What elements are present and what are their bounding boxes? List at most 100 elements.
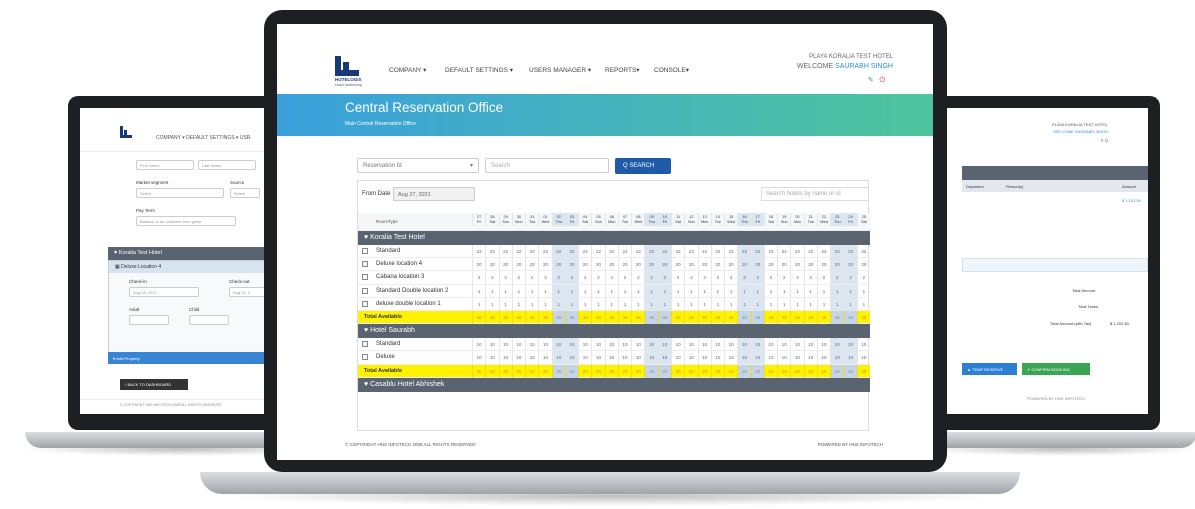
availability-cell[interactable]: 1 bbox=[750, 297, 764, 311]
availability-cell[interactable]: 2 bbox=[737, 271, 751, 285]
total-cell[interactable]: 20 bbox=[856, 364, 870, 378]
availability-cell[interactable]: 1 bbox=[578, 297, 591, 311]
availability-cell[interactable]: 20 bbox=[525, 258, 538, 272]
availability-cell[interactable]: 1 bbox=[737, 284, 751, 298]
availability-cell[interactable]: 10 bbox=[525, 351, 538, 365]
hotel-group-header[interactable]: ♥ Hotel Saurabh bbox=[358, 324, 870, 339]
hotel-search-input[interactable]: Search hotels by name or id bbox=[761, 187, 869, 201]
total-cell[interactable]: 46 bbox=[657, 310, 671, 324]
nav-default-settings[interactable]: DEFAULT SETTINGS ▾ bbox=[445, 66, 513, 74]
availability-cell[interactable]: 20 bbox=[803, 258, 817, 272]
left-first-name-input[interactable]: First Name bbox=[136, 160, 194, 170]
availability-cell[interactable]: 20 bbox=[790, 258, 803, 272]
availability-cell[interactable]: 10 bbox=[631, 338, 644, 352]
total-cell[interactable]: 46 bbox=[790, 310, 803, 324]
total-cell[interactable]: 46 bbox=[697, 310, 711, 324]
availability-cell[interactable]: 1 bbox=[591, 297, 604, 311]
total-cell[interactable]: 46 bbox=[551, 310, 565, 324]
availability-cell[interactable]: 22 bbox=[790, 245, 803, 258]
from-date-input[interactable]: Aug 27, 2021 bbox=[393, 187, 475, 201]
availability-cell[interactable]: 2 bbox=[710, 271, 724, 285]
total-cell[interactable]: 20 bbox=[538, 364, 551, 378]
availability-cell[interactable]: 2 bbox=[644, 271, 658, 285]
left-nav[interactable]: COMPANY ▾ DEFAULT SETTINGS ▾ USR bbox=[156, 135, 250, 141]
total-cell[interactable]: 20 bbox=[644, 364, 658, 378]
total-cell[interactable]: 46 bbox=[816, 310, 830, 324]
date-header-cell[interactable]: 21 Tue bbox=[803, 213, 817, 226]
total-cell[interactable]: 46 bbox=[525, 310, 538, 324]
availability-cell[interactable]: 2 bbox=[856, 271, 870, 285]
left-back-to-dashboard-button[interactable]: ‹ BACK TO DASHBOARD bbox=[120, 379, 188, 390]
availability-cell[interactable]: 1 bbox=[631, 297, 644, 311]
availability-cell[interactable]: 22 bbox=[830, 245, 844, 258]
total-cell[interactable]: 46 bbox=[856, 310, 870, 324]
availability-cell[interactable]: 2 bbox=[578, 271, 591, 285]
availability-cell[interactable]: 20 bbox=[816, 258, 830, 272]
availability-cell[interactable]: 1 bbox=[657, 297, 671, 311]
availability-cell[interactable]: 10 bbox=[498, 351, 512, 365]
availability-cell[interactable]: 1 bbox=[538, 297, 551, 311]
total-cell[interactable]: 20 bbox=[525, 364, 538, 378]
availability-cell[interactable]: 10 bbox=[790, 351, 803, 365]
total-cell[interactable]: 46 bbox=[538, 310, 551, 324]
left-last-name-input[interactable]: Last Name bbox=[198, 160, 256, 170]
availability-cell[interactable]: 1 bbox=[578, 284, 591, 298]
availability-cell[interactable]: 2 bbox=[684, 271, 697, 285]
availability-cell[interactable]: 20 bbox=[511, 258, 525, 272]
availability-cell[interactable]: 10 bbox=[578, 338, 591, 352]
total-cell[interactable]: 46 bbox=[511, 310, 525, 324]
availability-cell[interactable]: 10 bbox=[498, 338, 512, 352]
total-cell[interactable]: 20 bbox=[777, 364, 790, 378]
availability-cell[interactable]: 1 bbox=[617, 297, 631, 311]
availability-cell[interactable]: 1 bbox=[684, 284, 697, 298]
availability-cell[interactable]: 10 bbox=[538, 351, 551, 365]
nav-company[interactable]: COMPANY ▾ bbox=[389, 66, 426, 74]
availability-cell[interactable]: 10 bbox=[803, 351, 817, 365]
availability-cell[interactable]: 10 bbox=[750, 351, 764, 365]
availability-cell[interactable]: 1 bbox=[644, 284, 658, 298]
availability-cell[interactable]: 1 bbox=[472, 297, 485, 311]
availability-cell[interactable]: 20 bbox=[856, 258, 870, 272]
availability-cell[interactable]: 22 bbox=[604, 245, 618, 258]
availability-cell[interactable]: 1 bbox=[790, 284, 803, 298]
availability-cell[interactable]: 22 bbox=[724, 245, 737, 258]
availability-cell[interactable]: 10 bbox=[697, 338, 711, 352]
availability-cell[interactable]: 1 bbox=[525, 297, 538, 311]
availability-cell[interactable]: 2 bbox=[591, 271, 604, 285]
availability-cell[interactable]: 1 bbox=[697, 284, 711, 298]
availability-cell[interactable]: 20 bbox=[591, 258, 604, 272]
availability-cell[interactable]: 22 bbox=[750, 245, 764, 258]
availability-cell[interactable]: 1 bbox=[843, 297, 857, 311]
total-cell[interactable]: 20 bbox=[684, 364, 697, 378]
date-header-cell[interactable]: 11 Sat bbox=[670, 213, 684, 226]
availability-cell[interactable]: 1 bbox=[777, 297, 790, 311]
availability-cell[interactable]: 22 bbox=[684, 245, 697, 258]
total-cell[interactable]: 20 bbox=[750, 364, 764, 378]
availability-cell[interactable]: 10 bbox=[511, 351, 525, 365]
date-header-cell[interactable]: 04 Sat bbox=[578, 213, 591, 226]
availability-cell[interactable]: 10 bbox=[856, 338, 870, 352]
availability-cell[interactable]: 1 bbox=[803, 284, 817, 298]
total-cell[interactable]: 46 bbox=[617, 310, 631, 324]
date-header-cell[interactable]: 13 Mon bbox=[697, 213, 711, 226]
availability-cell[interactable]: 22 bbox=[777, 245, 790, 258]
availability-cell[interactable]: 10 bbox=[591, 351, 604, 365]
user-name-link[interactable]: SAURABH SINGH bbox=[835, 63, 893, 70]
availability-cell[interactable]: 10 bbox=[790, 338, 803, 352]
date-header-cell[interactable]: 27 Fri bbox=[472, 213, 485, 226]
total-cell[interactable]: 20 bbox=[790, 364, 803, 378]
nav-reports[interactable]: REPORTS▾ bbox=[605, 66, 640, 74]
availability-cell[interactable]: 10 bbox=[670, 338, 684, 352]
total-cell[interactable]: 20 bbox=[485, 364, 498, 378]
availability-cell[interactable]: 1 bbox=[670, 297, 684, 311]
right-header-icons[interactable]: ✎ ⏻ bbox=[1100, 138, 1108, 143]
availability-cell[interactable]: 1 bbox=[644, 297, 658, 311]
availability-cell[interactable]: 2 bbox=[631, 271, 644, 285]
total-cell[interactable]: 20 bbox=[564, 364, 579, 378]
availability-cell[interactable]: 1 bbox=[551, 297, 565, 311]
availability-cell[interactable]: 10 bbox=[843, 351, 857, 365]
availability-cell[interactable]: 22 bbox=[816, 245, 830, 258]
availability-cell[interactable]: 22 bbox=[737, 245, 751, 258]
availability-cell[interactable]: 22 bbox=[710, 245, 724, 258]
edit-icon[interactable]: ✎ bbox=[868, 77, 874, 84]
